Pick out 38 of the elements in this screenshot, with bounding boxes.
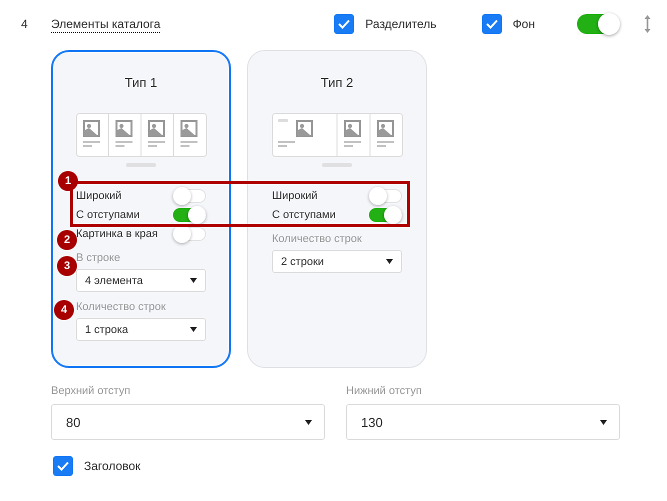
dropdown[interactable]: 130 (346, 404, 620, 440)
section-number: 4 (20, 17, 29, 31)
checkbox[interactable] (482, 14, 502, 34)
dropdown[interactable]: 80 (51, 404, 325, 440)
toggle-switch[interactable] (369, 208, 402, 222)
resize-icon[interactable] (644, 14, 651, 34)
checkbox-label: Фон (512, 17, 535, 31)
option-label: С отступами (272, 208, 336, 220)
check-icon (486, 19, 498, 29)
field-label: Нижний отступ (346, 385, 423, 397)
caret-icon (305, 420, 312, 424)
option-label: Широкий (76, 190, 122, 202)
check-icon (57, 461, 69, 471)
option-label: Картинка в края (76, 228, 158, 240)
toggle-switch[interactable] (173, 208, 206, 222)
caret-icon (386, 259, 393, 264)
option-label: С отступами (76, 208, 140, 220)
dropdown[interactable]: 4 элемента (76, 269, 206, 292)
caret-icon (190, 327, 197, 332)
field-label: Количество строк (76, 300, 167, 314)
toggle-switch[interactable] (577, 14, 619, 34)
card-title: Тип 1 (124, 75, 158, 91)
checkbox[interactable] (53, 456, 73, 476)
checkbox-label: Заголовок (84, 459, 140, 473)
layout-card[interactable]: Тип 2 Широкий С отступами Количество строк 2 строки (247, 50, 427, 368)
check-icon (338, 19, 350, 29)
option-label: Широкий (272, 190, 318, 202)
caret-icon (600, 420, 607, 424)
field-label: В строке (76, 251, 122, 265)
section-title[interactable]: Элементы каталога (51, 17, 160, 33)
checkbox[interactable] (334, 14, 354, 34)
card-title: Тип 2 (320, 75, 354, 91)
dropdown[interactable]: 1 строка (76, 318, 206, 341)
caret-icon (190, 278, 197, 283)
dropdown[interactable]: 2 строки (272, 250, 402, 273)
field-label: Верхний отступ (51, 385, 132, 397)
field-label: Количество строк (272, 232, 363, 246)
checkbox-label: Разделитель (365, 17, 437, 31)
